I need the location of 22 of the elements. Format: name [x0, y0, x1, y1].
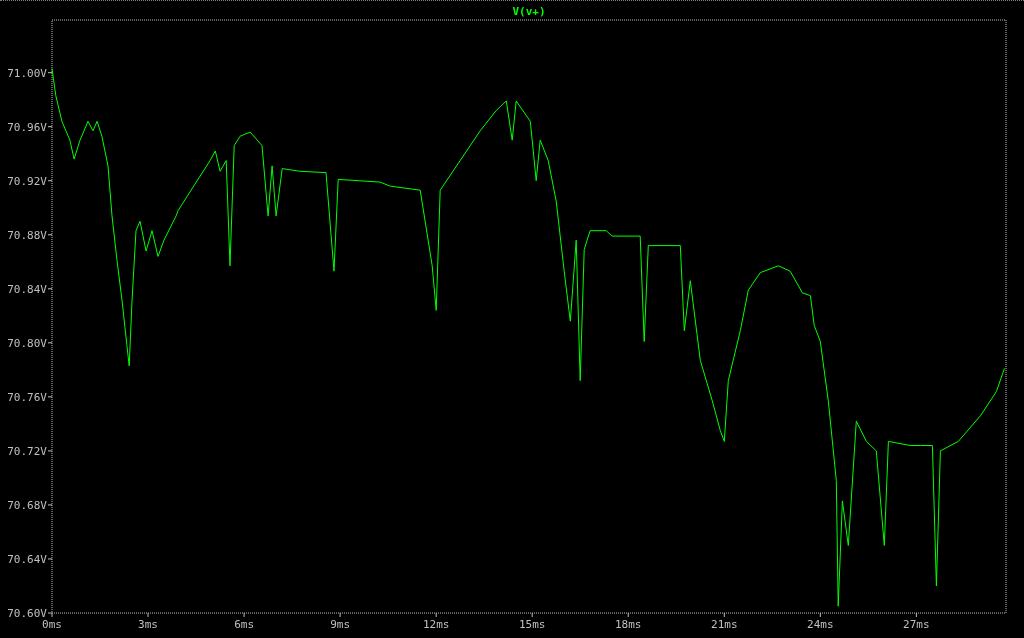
x-tick-label: 6ms: [234, 618, 254, 631]
y-tick-label: 71.00V: [7, 66, 47, 80]
y-tick-label: 70.92V: [7, 174, 47, 188]
x-tick-label: 18ms: [615, 618, 642, 631]
y-tick-label: 70.76V: [7, 390, 47, 404]
y-tick-label: 70.68V: [7, 498, 47, 512]
x-tick-label: 0ms: [42, 618, 62, 631]
y-tick-label: 70.72V: [7, 444, 47, 458]
x-tick-label: 27ms: [903, 618, 930, 631]
y-tick-label: 70.84V: [7, 282, 47, 296]
y-tick-label: 70.60V: [7, 607, 47, 620]
x-tick-label: 24ms: [807, 618, 834, 631]
y-tick-label: 70.88V: [7, 228, 47, 242]
y-tick-label: 70.64V: [7, 552, 47, 566]
x-tick-label: 21ms: [711, 618, 738, 631]
y-tick-label: 70.80V: [7, 336, 47, 350]
x-tick-label: 3ms: [138, 618, 158, 631]
x-tick-label: 15ms: [518, 618, 546, 631]
x-tick-label: 12ms: [422, 618, 450, 631]
trace-label: V(v+): [512, 5, 546, 18]
x-tick-label: 9ms: [330, 618, 351, 631]
y-tick-label: 70.96V: [7, 120, 47, 134]
